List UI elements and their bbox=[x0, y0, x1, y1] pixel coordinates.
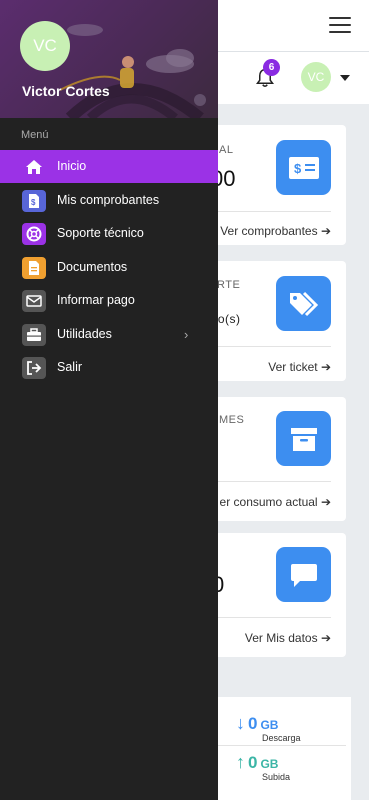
upload-value: 0 bbox=[248, 753, 258, 772]
divider bbox=[213, 211, 331, 212]
invoice-icon: $ bbox=[276, 140, 331, 195]
menu-item-salir[interactable]: Salir bbox=[0, 351, 218, 384]
arrow-right-icon: ➔ bbox=[320, 495, 331, 509]
card-label: RTE bbox=[217, 279, 241, 291]
arrow-down-icon: ↓ bbox=[236, 713, 245, 733]
menu-item-label: Mis comprobantes bbox=[57, 193, 160, 207]
menu-title: Menú bbox=[21, 129, 49, 141]
upload-label: Subida bbox=[262, 772, 291, 782]
drawer-avatar[interactable]: VC bbox=[20, 21, 70, 71]
menu-item-inicio[interactable]: Inicio bbox=[0, 150, 218, 183]
chevron-right-icon: › bbox=[184, 327, 189, 342]
ver-consumo-link[interactable]: er consumo actual ➔ bbox=[220, 495, 331, 509]
home-icon bbox=[22, 156, 46, 178]
divider bbox=[213, 481, 331, 482]
archive-icon bbox=[276, 411, 331, 466]
notification-badge: 6 bbox=[263, 59, 280, 76]
ver-comprobantes-link[interactable]: Ver comprobantes ➔ bbox=[220, 224, 331, 238]
navigation-drawer: VC Victor Cortes Menú Inicio $ Mis compr… bbox=[0, 0, 218, 800]
toolbox-icon bbox=[22, 324, 46, 346]
link-label: Ver comprobantes bbox=[220, 224, 318, 238]
arrow-right-icon: ➔ bbox=[320, 360, 331, 374]
document-icon bbox=[22, 257, 46, 279]
menu-item-utilidades[interactable]: Utilidades › bbox=[0, 318, 218, 351]
download-stat: ↓ 0 GB bbox=[236, 713, 278, 734]
menu-item-label: Informar pago bbox=[57, 293, 135, 307]
upload-stat: ↑ 0 GB bbox=[236, 752, 278, 773]
envelope-icon bbox=[22, 290, 46, 312]
lifebuoy-icon bbox=[22, 223, 46, 245]
menu-item-documentos[interactable]: Documentos bbox=[0, 251, 218, 284]
receipt-icon: $ bbox=[22, 190, 46, 212]
hamburger-menu-icon[interactable] bbox=[329, 17, 351, 33]
divider bbox=[213, 346, 331, 347]
download-value: 0 bbox=[248, 714, 258, 733]
link-label: Ver Mis datos bbox=[244, 631, 318, 645]
user-avatar[interactable]: VC bbox=[301, 62, 331, 92]
menu-item-mis-comprobantes[interactable]: $ Mis comprobantes bbox=[0, 184, 218, 217]
menu-item-label: Utilidades bbox=[57, 327, 112, 341]
menu-item-label: Soporte técnico bbox=[57, 226, 144, 240]
divider bbox=[218, 745, 346, 746]
svg-text:$: $ bbox=[31, 198, 36, 207]
svg-text:$: $ bbox=[294, 161, 302, 176]
menu-item-label: Documentos bbox=[57, 260, 128, 274]
comment-icon bbox=[276, 547, 331, 602]
drawer-header: VC Victor Cortes bbox=[0, 0, 218, 118]
chevron-down-icon[interactable] bbox=[340, 75, 350, 81]
download-label: Descarga bbox=[262, 733, 301, 743]
drawer-user-name: Victor Cortes bbox=[22, 83, 110, 99]
download-unit: GB bbox=[260, 718, 279, 732]
tags-icon bbox=[276, 276, 331, 331]
menu-item-informar-pago[interactable]: Informar pago bbox=[0, 284, 218, 317]
arrow-right-icon: ➔ bbox=[320, 224, 331, 238]
ver-mis-datos-link[interactable]: Ver Mis datos ➔ bbox=[245, 631, 331, 645]
menu-item-label: Inicio bbox=[57, 159, 87, 173]
upload-unit: GB bbox=[260, 757, 279, 771]
card-label: AL bbox=[219, 144, 234, 156]
ver-ticket-link[interactable]: Ver ticket ➔ bbox=[268, 360, 331, 374]
arrow-right-icon: ➔ bbox=[320, 631, 331, 645]
arrow-up-icon: ↑ bbox=[236, 752, 245, 772]
sign-out-icon bbox=[22, 357, 46, 379]
menu-item-soporte-tecnico[interactable]: Soporte técnico bbox=[0, 217, 218, 250]
link-label: er consumo actual bbox=[219, 495, 318, 509]
divider bbox=[213, 617, 331, 618]
menu-item-label: Salir bbox=[57, 360, 83, 374]
card-label: MES bbox=[219, 414, 245, 426]
link-label: Ver ticket bbox=[268, 360, 318, 374]
